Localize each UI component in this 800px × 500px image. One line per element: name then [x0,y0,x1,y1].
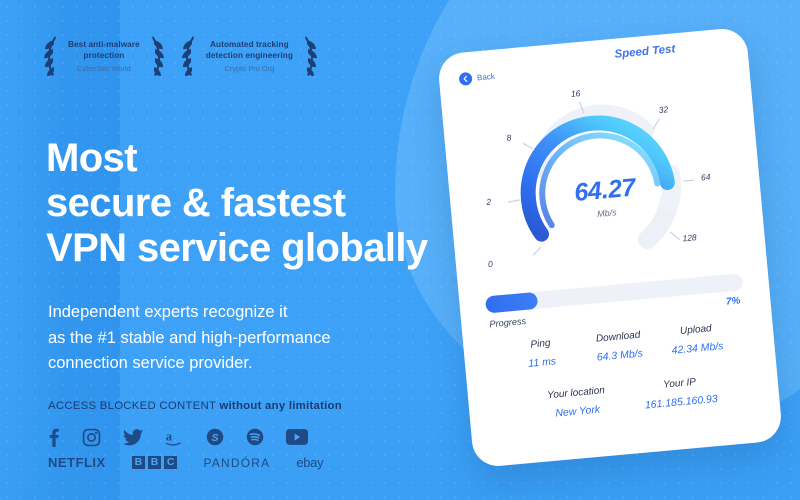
gauge-tick-128: 128 [682,232,698,244]
award-badge-text: Best anti-malware protection CyberSec Wo… [68,40,140,75]
laurel-left-icon [44,36,56,76]
laurel-left-icon [181,36,194,76]
subhead-line-2: as the #1 stable and high-performance [48,328,331,347]
award-badge-title-line2: protection [83,50,125,60]
pandora-wordmark: PANDÓRA [203,455,271,470]
stat-ping: Ping 11 ms [501,335,581,372]
stat-label: Your location [546,385,606,402]
amazon-icon: a [165,428,184,447]
headline-line-3: VPN service globally [46,225,428,270]
progress-section: Progress 7% [484,273,744,329]
brand-icon-row: a S [48,427,308,447]
stats-row-secondary: Your location New York Your IP 161.185.1… [492,372,756,426]
stat-download: Download 64.3 Mb/s [579,328,659,365]
stats-row-primary: Ping 11 ms Download 64.3 Mb/s Upload 42.… [487,320,751,374]
headline-line-1: Most [46,136,138,180]
instagram-icon [82,428,101,447]
award-badge-cryptopro: Automated tracking detection engineering… [180,34,319,80]
stat-value: 42.34 Mb/s [671,340,724,357]
gauge-tick-16: 16 [570,88,581,99]
stat-value: New York [554,403,601,420]
gauge-tick-32: 32 [658,104,669,115]
access-tagline-normal: ACCESS BLOCKED CONTENT [48,400,220,412]
stat-label: Upload [679,323,713,337]
progress-bar-fill [484,291,538,314]
stats-section: Ping 11 ms Download 64.3 Mb/s Upload 42.… [487,320,755,425]
stat-label: Your IP [662,376,697,391]
facebook-icon [48,427,60,447]
stat-upload: Upload 42.34 Mb/s [656,321,736,358]
award-badges: Best anti-malware protection CyberSec Wo… [42,34,319,80]
page-title: Most secure & fastest VPN service global… [46,136,428,270]
gauge-tick-8: 8 [506,132,512,143]
laurel-right-icon [151,36,164,76]
stat-location: Your location New York [524,383,630,422]
award-badge-cybersec: Best anti-malware protection CyberSec Wo… [42,34,166,80]
brand-wordmark-row: NETFLIX B B C PANDÓRA ebay [48,455,324,470]
bbc-letter: B [147,455,162,470]
twitter-icon [123,428,143,446]
card-title: Speed Test [614,43,676,61]
award-badge-title-line2: detection engineering [205,50,293,60]
award-badge-subtitle: CyberSec World [77,64,131,74]
access-tagline-bold: without any limitation [219,400,342,412]
award-badge-subtitle: Crypto Pro Org [224,64,275,74]
bbc-letter: C [163,455,178,470]
stat-ip: Your IP 161.185.160.93 [627,374,733,413]
subhead-line-3: connection service provider. [48,354,253,373]
svg-text:S: S [211,432,218,444]
progress-label: Progress [489,315,527,330]
youtube-icon [286,429,308,445]
gauge-tick-0: 0 [487,258,494,270]
access-tagline: ACCESS BLOCKED CONTENT without any limit… [48,400,342,412]
netflix-wordmark: NETFLIX [48,455,106,470]
back-button-label: Back [476,71,496,83]
laurel-right-icon [304,36,317,76]
skype-icon: S [206,428,224,446]
stat-value: 161.185.160.93 [644,392,719,412]
headline-line-2: secure & fastest [46,180,346,225]
svg-text:a: a [166,429,173,443]
stat-value: 11 ms [527,355,557,370]
award-badge-text: Automated tracking detection engineering… [206,40,293,75]
stat-label: Ping [530,337,551,351]
page-subtitle: Independent experts recognize it as the … [48,300,331,377]
marketing-column: Best anti-malware protection CyberSec Wo… [0,0,470,500]
speed-test-card: Back Speed Test 0 2 8 16 32 64 128 64.27… [436,26,784,469]
progress-bar[interactable] [484,273,744,314]
ebay-wordmark: ebay [296,455,324,470]
back-button[interactable]: Back [458,70,496,86]
spotify-icon [246,428,264,446]
award-badge-title-line1: Best anti-malware [68,39,140,49]
subhead-line-1: Independent experts recognize it [48,303,288,321]
speed-gauge: 0 2 8 16 32 64 128 64.27 Mb/s [466,69,740,282]
back-arrow-icon [458,71,473,86]
progress-percent: 7% [725,295,741,308]
bbc-letter: B [131,455,146,470]
stat-value: 64.3 Mb/s [596,347,644,364]
award-badge-title-line1: Automated tracking [210,39,289,49]
stat-label: Download [595,329,641,345]
bbc-wordmark: B B C [131,455,178,470]
